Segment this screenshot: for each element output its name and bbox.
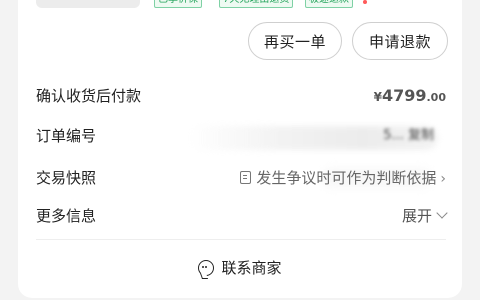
snapshot-row[interactable]: 交易快照 发生争议时可作为判断依据 › <box>36 166 446 190</box>
order-number-row: 订单编号 5... 复制 <box>36 124 446 150</box>
indicator-dot <box>363 0 367 4</box>
order-detail-card: 已享价保 7天无理由退货 极速退款 再买一单 申请退款 确认收货后付款 ¥479… <box>18 0 462 298</box>
order-number-label: 订单编号 <box>36 127 97 145</box>
expand-label: 展开 <box>401 207 432 225</box>
refund-button[interactable]: 申请退款 <box>352 22 448 60</box>
price-currency: ¥ <box>373 90 382 104</box>
price-value: ¥4799.00 <box>374 84 446 110</box>
rebuy-button[interactable]: 再买一单 <box>248 22 342 60</box>
price-decimal: .00 <box>426 91 447 104</box>
more-info-label: 更多信息 <box>36 207 97 225</box>
top-strip: 已享价保 7天无理由退货 极速退款 <box>18 0 462 14</box>
product-thumbnail <box>36 0 140 8</box>
contact-merchant-label: 联系商家 <box>221 259 282 277</box>
snapshot-label: 交易快照 <box>36 169 97 187</box>
chevron-down-icon <box>436 207 448 219</box>
contact-merchant-button[interactable]: 联系商家 <box>18 254 462 282</box>
payment-label: 确认收货后付款 <box>36 87 142 105</box>
snapshot-link[interactable]: 发生争议时可作为判断依据 › <box>240 166 446 191</box>
chat-icon <box>198 260 215 276</box>
chevron-right-icon: › <box>440 171 446 187</box>
order-number-value[interactable]: 5... 复制 <box>383 124 434 148</box>
more-info-row[interactable]: 更多信息 展开 <box>36 204 448 228</box>
service-tag: 7天无理由退货 <box>219 0 294 8</box>
snapshot-hint: 发生争议时可作为判断依据 <box>256 169 437 187</box>
payment-row: 确认收货后付款 ¥4799.00 <box>36 84 446 108</box>
service-tag: 极速退款 <box>305 0 353 8</box>
service-tag: 已享价保 <box>154 0 202 8</box>
price-integer: 4799 <box>381 86 427 105</box>
divider <box>36 239 446 240</box>
document-icon <box>240 171 252 184</box>
expand-toggle[interactable]: 展开 <box>401 204 448 228</box>
